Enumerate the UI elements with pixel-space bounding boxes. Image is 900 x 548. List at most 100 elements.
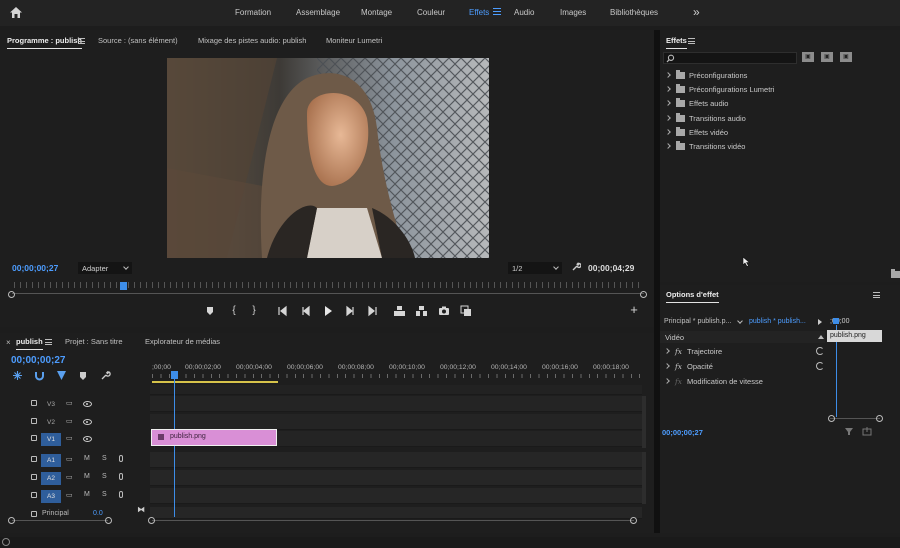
- effect-options-source-clip[interactable]: Principal * publish.p...: [664, 318, 731, 325]
- workspace-tab-effets[interactable]: Effets: [469, 8, 489, 17]
- effects-folder-audio-transitions[interactable]: Transitions audio: [665, 113, 746, 126]
- source-dropdown-chevron-icon[interactable]: [737, 318, 743, 324]
- video-tracks-scrollbar[interactable]: [642, 396, 646, 448]
- effect-options-sequence-clip[interactable]: publish * publish...: [749, 318, 806, 325]
- fit-dropdown[interactable]: Adapter: [78, 262, 132, 274]
- effect-options-title[interactable]: Options d'effet: [666, 290, 719, 303]
- add-marker-timeline-icon[interactable]: [79, 371, 87, 381]
- accelerated-effects-icon[interactable]: ▣: [802, 52, 814, 62]
- effects-folder-video-effects[interactable]: Effets vidéo: [665, 127, 728, 140]
- mute-track-button[interactable]: M: [84, 491, 90, 498]
- timeline-timecode[interactable]: 00;00;00;27: [11, 355, 65, 366]
- reset-opacity-icon[interactable]: [816, 362, 824, 370]
- go-to-out-timeline-icon[interactable]: ⧓: [137, 505, 145, 514]
- zoom-handle-right[interactable]: [640, 291, 647, 298]
- effect-options-playhead[interactable]: [833, 318, 839, 324]
- sync-lock-icon[interactable]: ▭: [66, 473, 73, 481]
- workspace-tab-bibliotheques[interactable]: Bibliothèques: [610, 8, 658, 17]
- track-label-v1[interactable]: V1: [41, 433, 61, 446]
- timeline-time-ruler[interactable]: [152, 374, 642, 378]
- workspace-tab-couleur[interactable]: Couleur: [417, 8, 445, 17]
- track-lane-a2[interactable]: [150, 470, 642, 486]
- workspace-tab-montage[interactable]: Montage: [361, 8, 392, 17]
- export-icon[interactable]: [862, 427, 872, 436]
- solo-track-button[interactable]: S: [102, 473, 107, 480]
- track-height-scrollbar[interactable]: [12, 520, 108, 521]
- workspace-tab-assemblage[interactable]: Assemblage: [296, 8, 340, 17]
- button-editor-add-icon[interactable]: +: [629, 302, 639, 317]
- progress-indicator-icon[interactable]: [2, 538, 10, 546]
- sync-lock-icon[interactable]: ▭: [66, 434, 73, 442]
- effects-panel-title[interactable]: Effets: [666, 36, 687, 49]
- master-volume-value[interactable]: 0.0: [93, 510, 103, 517]
- more-workspaces-icon[interactable]: »: [693, 5, 700, 19]
- clip-publish-png[interactable]: publish.png: [151, 429, 277, 446]
- home-icon[interactable]: [9, 6, 23, 19]
- sync-lock-icon[interactable]: ▭: [66, 455, 73, 463]
- lock-icon[interactable]: [31, 511, 37, 517]
- mark-in-icon[interactable]: {: [231, 305, 237, 317]
- effect-options-zoom-left[interactable]: [828, 415, 835, 422]
- tab-project[interactable]: Projet : Sans titre: [65, 337, 123, 346]
- property-motion[interactable]: fx Trajectoire: [664, 347, 722, 356]
- nest-sequence-icon[interactable]: [12, 370, 23, 381]
- effects-search-input[interactable]: [663, 52, 797, 64]
- work-area-bar[interactable]: [152, 381, 278, 383]
- track-label-a1[interactable]: A1: [41, 454, 61, 467]
- eye-visibility-icon[interactable]: [83, 401, 92, 407]
- effects-folder-lumetri-presets[interactable]: Préconfigurations Lumetri: [665, 84, 774, 97]
- sync-lock-icon[interactable]: ▭: [66, 399, 73, 407]
- program-zoom-scrollbar[interactable]: [12, 293, 644, 298]
- effects-folder-presets[interactable]: Préconfigurations: [665, 70, 747, 83]
- linked-selection-icon[interactable]: [56, 370, 67, 381]
- mark-out-icon[interactable]: }: [251, 305, 257, 317]
- eye-visibility-icon[interactable]: [83, 436, 92, 442]
- eye-visibility-icon[interactable]: [83, 419, 92, 425]
- track-zoom-left[interactable]: [8, 517, 15, 524]
- track-lane-a3[interactable]: [150, 488, 642, 504]
- sync-lock-icon[interactable]: ▭: [66, 417, 73, 425]
- show-timeline-toggle-icon[interactable]: [818, 319, 822, 325]
- program-panel-menu-icon[interactable]: [78, 38, 85, 44]
- step-back-icon[interactable]: [300, 305, 312, 317]
- program-current-timecode[interactable]: 00;00;00;27: [12, 263, 58, 273]
- sync-lock-icon[interactable]: ▭: [66, 491, 73, 499]
- close-tab-icon[interactable]: ×: [6, 338, 11, 347]
- 32bit-effects-icon[interactable]: ▣: [821, 52, 833, 62]
- go-to-in-icon[interactable]: [277, 305, 289, 317]
- timeline-horizontal-scrollbar[interactable]: [152, 520, 634, 521]
- track-label-a2[interactable]: A2: [41, 472, 61, 485]
- track-lane-v2[interactable]: [150, 414, 642, 430]
- program-playhead[interactable]: [120, 282, 127, 290]
- effect-options-timecode[interactable]: 00;00;00;27: [662, 428, 703, 437]
- property-opacity[interactable]: fx Opacité: [664, 362, 713, 371]
- workspace-tab-images[interactable]: Images: [560, 8, 586, 17]
- lock-icon[interactable]: [31, 456, 37, 462]
- export-frame-icon[interactable]: [438, 305, 450, 317]
- yuv-effects-icon[interactable]: ▣: [840, 52, 852, 62]
- tab-audio-track-mixer[interactable]: Mixage des pistes audio: publish: [198, 36, 306, 45]
- workspace-menu-icon[interactable]: [493, 7, 501, 15]
- tab-lumetri-scopes[interactable]: Moniteur Lumetri: [326, 36, 382, 45]
- step-forward-icon[interactable]: [344, 305, 356, 317]
- effect-options-menu-icon[interactable]: [873, 292, 880, 298]
- comparison-view-icon[interactable]: [460, 305, 472, 317]
- tab-source[interactable]: Source : (sans élément): [98, 36, 178, 45]
- effects-folder-video-transitions[interactable]: Transitions vidéo: [665, 141, 745, 154]
- mute-track-button[interactable]: M: [84, 455, 90, 462]
- resolution-dropdown[interactable]: 1/2: [508, 262, 562, 274]
- snap-magnet-icon[interactable]: [34, 370, 45, 381]
- workspace-tab-audio[interactable]: Audio: [514, 8, 534, 17]
- track-lane-master[interactable]: [150, 507, 642, 519]
- solo-track-button[interactable]: S: [102, 455, 107, 462]
- timeline-panel-menu-icon[interactable]: [45, 339, 52, 345]
- extract-icon[interactable]: [415, 305, 428, 317]
- effects-folder-audio-effects[interactable]: Effets audio: [665, 98, 728, 111]
- program-time-ruler[interactable]: [14, 282, 642, 288]
- mute-track-button[interactable]: M: [84, 473, 90, 480]
- track-label-v3[interactable]: V3: [41, 398, 61, 411]
- track-zoom-right[interactable]: [105, 517, 112, 524]
- property-time-remapping[interactable]: fx Modification de vitesse: [664, 377, 763, 386]
- lift-icon[interactable]: [393, 305, 406, 317]
- lock-icon[interactable]: [31, 400, 37, 406]
